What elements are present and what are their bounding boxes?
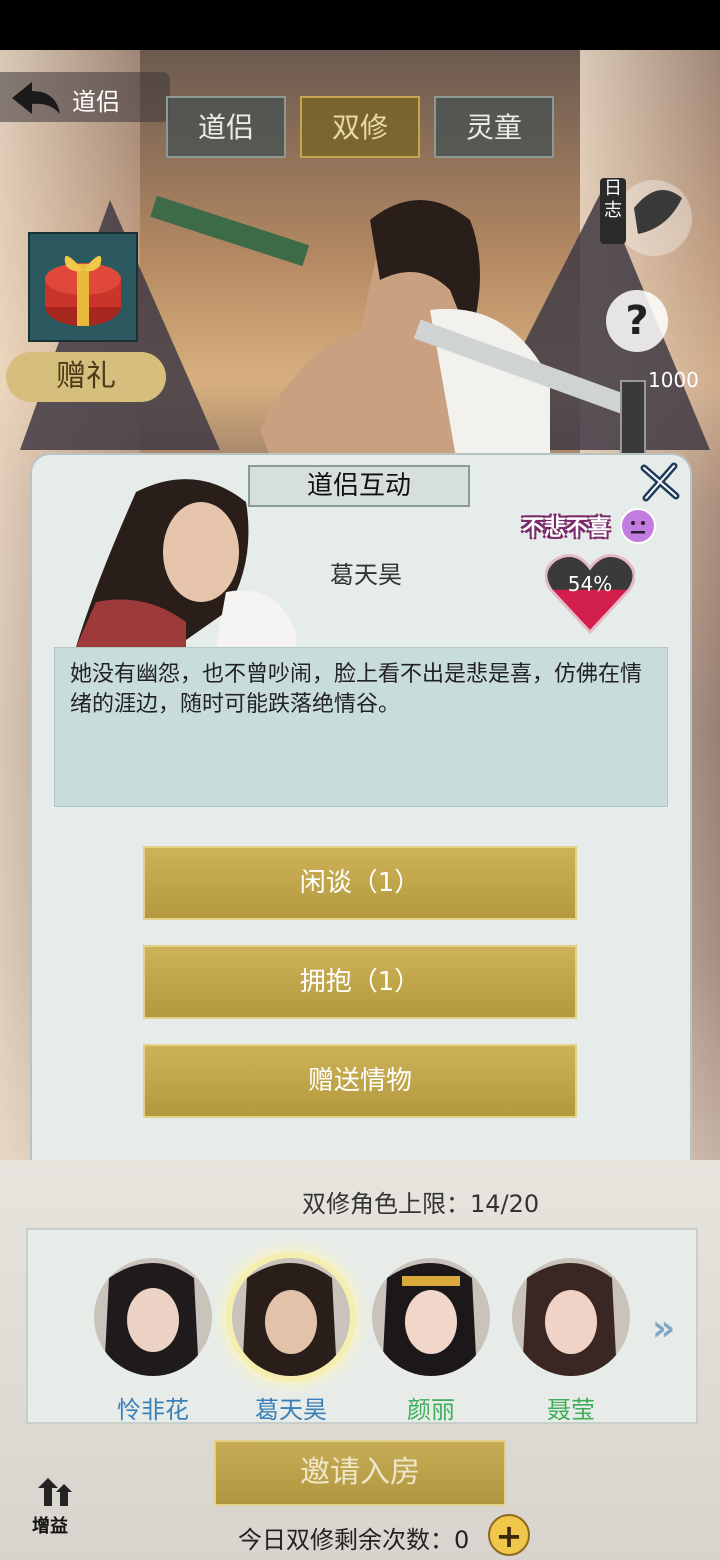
roster-name: 怜非花 (117, 1396, 189, 1424)
roster-avatar[interactable] (372, 1258, 490, 1376)
roster-name: 颜丽 (407, 1396, 455, 1424)
buff-label: 增益 (32, 1516, 68, 1537)
status-bar (0, 0, 720, 50)
mood-label: 不悲不喜 (522, 516, 611, 541)
roster-avatar[interactable] (512, 1258, 630, 1376)
add-count-button[interactable]: + (488, 1514, 530, 1556)
buff-button[interactable]: 增益 (32, 1476, 82, 1537)
description-text: 她没有幽怨，也不曾吵闹，脸上看不出是悲是喜，仿佛在情绪的涯边，随时可能跌落绝情谷… (70, 662, 643, 717)
neutral-face-icon (620, 508, 656, 544)
side-number: 1000 (648, 368, 699, 392)
side-gauge (620, 380, 646, 464)
page-title: 道侣 (72, 88, 120, 116)
gift-label[interactable]: 赠礼 (6, 352, 166, 402)
roster-name: 聂莹 (547, 1396, 595, 1424)
character-portrait (76, 479, 296, 647)
character-name: 葛天昊 (330, 561, 402, 589)
double-chevron-right-icon[interactable]: » (652, 1308, 675, 1349)
chat-button[interactable]: 闲谈（1） (143, 846, 577, 920)
close-icon[interactable] (640, 462, 680, 502)
back-arrow-icon[interactable] (10, 80, 62, 116)
hug-button[interactable]: 拥抱（1） (143, 945, 577, 1019)
give-gift-button[interactable]: 赠送情物 (143, 1044, 577, 1118)
gift-box-icon (45, 255, 121, 326)
tab-shuangxiu[interactable]: 双修 (300, 96, 420, 158)
invite-button[interactable]: 邀请入房 (214, 1440, 506, 1506)
affection-percent: 54% (567, 572, 613, 596)
log-label: 日志 (604, 178, 622, 221)
dual-cultivation-limit: 双修角色上限：14/20 (302, 1190, 540, 1218)
help-icon[interactable]: ? (606, 290, 668, 352)
roster-avatar-selected[interactable] (232, 1258, 350, 1376)
roster-name: 葛天昊 (255, 1396, 327, 1424)
log-button[interactable]: 日志 (598, 168, 694, 264)
tab-lingtong[interactable]: 灵童 (434, 96, 554, 158)
roster-avatar[interactable] (94, 1258, 212, 1376)
remaining-count: 今日双修剩余次数：0 (238, 1526, 470, 1554)
gift-button[interactable] (28, 232, 138, 342)
tab-daolv[interactable]: 道侣 (166, 96, 286, 158)
buff-arrows-icon (38, 1478, 72, 1506)
